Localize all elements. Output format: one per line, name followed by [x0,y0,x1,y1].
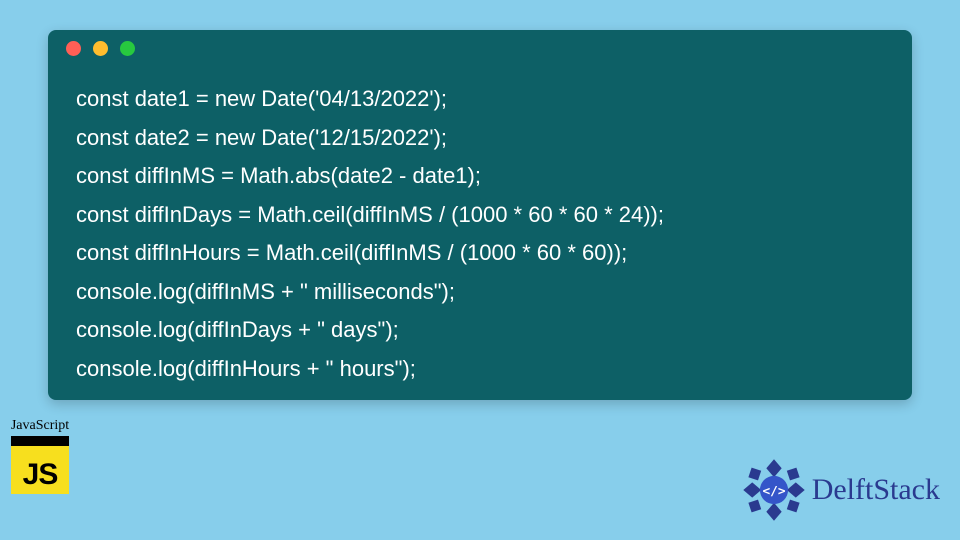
svg-text:</>: </> [762,484,785,499]
javascript-logo-icon: JS [11,436,69,494]
brand-logo-icon: </> [742,458,806,522]
code-line: const diffInHours = Math.ceil(diffInMS /… [76,240,627,265]
code-line: console.log(diffInHours + " hours"); [76,356,416,381]
code-line: console.log(diffInMS + " milliseconds"); [76,279,455,304]
minimize-icon [93,41,108,56]
code-body: const date1 = new Date('04/13/2022'); co… [48,66,912,408]
javascript-badge: JavaScript JS [0,418,80,494]
brand-name: DelftStack [812,473,940,507]
code-window: const date1 = new Date('04/13/2022'); co… [48,30,912,400]
code-line: console.log(diffInDays + " days"); [76,317,399,342]
code-line: const diffInMS = Math.abs(date2 - date1)… [76,163,481,188]
maximize-icon [120,41,135,56]
javascript-logo-text: JS [11,458,69,492]
code-line: const date1 = new Date('04/13/2022'); [76,86,447,111]
window-titlebar [48,30,912,66]
code-line: const diffInDays = Math.ceil(diffInMS / … [76,202,664,227]
close-icon [66,41,81,56]
code-line: const date2 = new Date('12/15/2022'); [76,125,447,150]
javascript-label: JavaScript [0,418,80,434]
brand: </> DelftStack [742,458,940,522]
